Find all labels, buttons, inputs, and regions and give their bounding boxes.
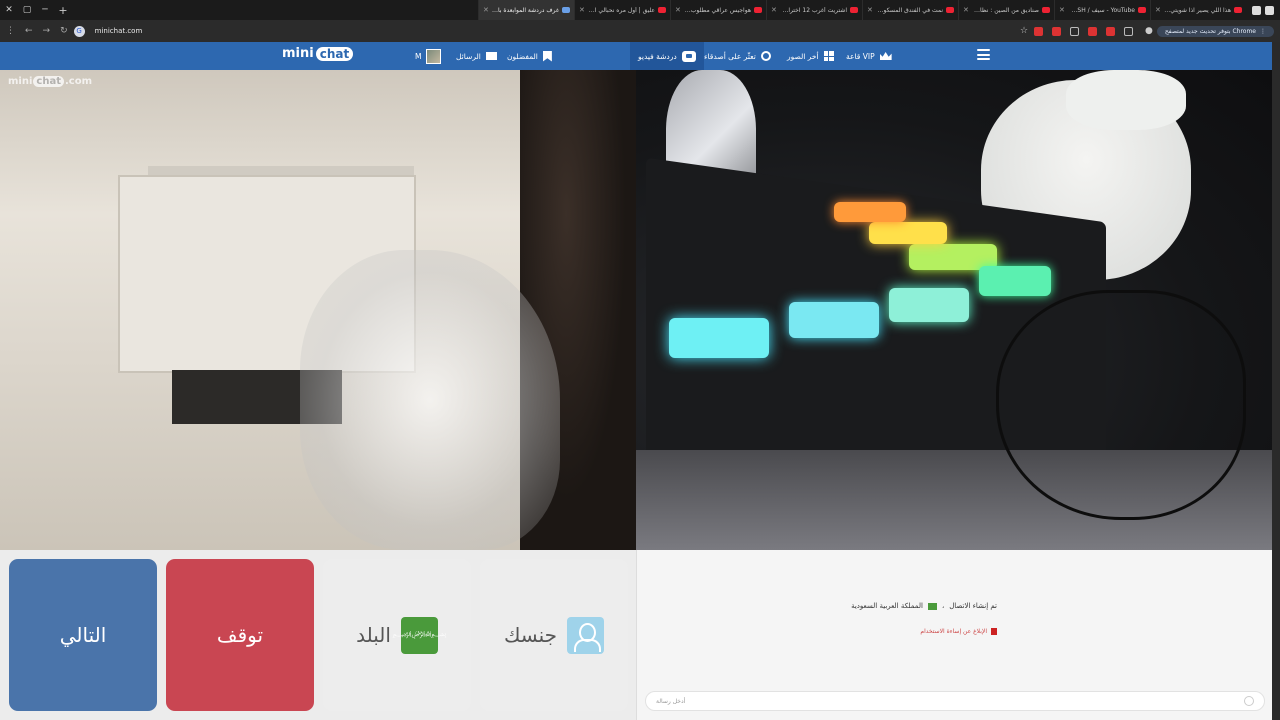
youtube-icon xyxy=(1234,7,1242,13)
crown-icon xyxy=(879,52,892,60)
nav-messages[interactable]: الرسائل xyxy=(456,42,497,70)
close-tab-icon[interactable]: ✕ xyxy=(675,6,681,14)
gallery-icon xyxy=(823,51,834,61)
browser-toolbar: ⋮ ← → ↻ G minichat.com ☆ ● بتوفر تحديث ج… xyxy=(0,20,1280,42)
close-window-icon[interactable]: ✕ xyxy=(0,0,18,20)
nav-last-photos[interactable]: أخر الصور xyxy=(787,42,834,70)
youtube-icon xyxy=(1138,7,1146,13)
video-chat-icon xyxy=(681,50,696,62)
browser-tab[interactable]: نمت في الفندق المسكون : أصوات✕ xyxy=(862,0,958,20)
browser-tab[interactable]: اشتريت أغرب 12 اختراع من ش...✕ xyxy=(766,0,862,20)
google-account-icon[interactable]: G xyxy=(73,25,85,37)
reload-icon[interactable]: ↻ xyxy=(60,26,68,36)
browser-tab[interactable]: عليق | أول مره نحبالي ادرب مبار✕ xyxy=(574,0,670,20)
close-tab-icon[interactable]: ✕ xyxy=(771,6,777,14)
menu-icon[interactable]: ⋮ xyxy=(6,26,15,36)
user-icon xyxy=(567,616,605,654)
connection-message: تم إنشاء الاتصال ، المملكة العربية السعو… xyxy=(851,602,997,610)
youtube-icon xyxy=(1042,7,1050,13)
report-abuse-link[interactable]: الإبلاغ عن إساءة الاستخدام xyxy=(920,628,997,635)
nav-vip[interactable]: قاعة VIP xyxy=(846,42,892,70)
search-icon xyxy=(760,51,771,61)
emoji-icon[interactable] xyxy=(1244,696,1254,706)
close-tab-icon[interactable]: ✕ xyxy=(1155,6,1161,14)
stop-button[interactable]: توقف xyxy=(166,559,314,711)
bookmark-icon xyxy=(542,50,552,62)
saudi-flag-icon xyxy=(927,602,937,610)
address-bar[interactable]: minichat.com xyxy=(95,27,143,35)
browser-tab[interactable]: YouTube - سيف / BOOSH✕ xyxy=(1054,0,1150,20)
nav-favorites[interactable]: المفضلون xyxy=(507,42,552,70)
saudi-flag-icon: ﷽ xyxy=(393,616,446,654)
avatar xyxy=(426,48,442,64)
extension-icon[interactable] xyxy=(1106,26,1116,36)
site-header: قاعة VIP أخر الصور تعثّر على أصدقاء دردش… xyxy=(0,42,1272,70)
bookmark-app-icon[interactable] xyxy=(1265,5,1274,15)
browser-tabstrip: ✕ ▢ ─ + هذا اللي يصير اذا شويتي طفشان✕ Y… xyxy=(0,0,1280,20)
new-tab-button[interactable]: + xyxy=(54,4,72,17)
profile-icon[interactable]: ● xyxy=(1145,26,1153,36)
youtube-icon xyxy=(754,7,762,13)
message-input[interactable]: أدخل رسالة xyxy=(645,691,1265,711)
envelope-icon xyxy=(485,52,497,60)
close-tab-icon[interactable]: ✕ xyxy=(963,6,969,14)
chrome-update-button[interactable]: بتوفر تحديث جديد لمتصفح Chrome ⋮ xyxy=(1156,25,1274,37)
minichat-logo[interactable]: mini chat xyxy=(282,46,354,61)
nav-search-friends[interactable]: تعثّر على أصدقاء xyxy=(704,42,771,70)
close-tab-icon[interactable]: ✕ xyxy=(867,6,873,14)
extension-icon[interactable] xyxy=(1052,26,1062,36)
browser-nav-buttons: ⋮ ← → ↻ xyxy=(6,26,68,36)
forward-icon[interactable]: → xyxy=(43,26,51,36)
close-tab-icon[interactable]: ✕ xyxy=(483,6,489,14)
extension-icon[interactable] xyxy=(1088,26,1098,36)
minichat-watermark: mini chat .com xyxy=(8,76,93,87)
tab-search-icon[interactable] xyxy=(1252,5,1261,15)
browser-tab[interactable]: هذا اللي يصير اذا شويتي طفشان✕ xyxy=(1150,0,1246,20)
page-scrollbar[interactable] xyxy=(1272,42,1280,720)
shield-icon[interactable] xyxy=(1070,26,1080,36)
youtube-icon xyxy=(850,7,858,13)
chat-panel: تم إنشاء الاتصال ، المملكة العربية السعو… xyxy=(636,550,1272,720)
extension-icons xyxy=(1034,26,1134,36)
puzzle-icon[interactable] xyxy=(1124,26,1134,36)
eyeglasses xyxy=(996,290,1246,520)
hamburger-menu-icon[interactable] xyxy=(977,49,990,60)
youtube-icon xyxy=(658,7,666,13)
flag-icon xyxy=(991,628,997,635)
browser-tabs: هذا اللي يصير اذا شويتي طفشان✕ YouTube -… xyxy=(72,0,1246,20)
youtube-icon xyxy=(946,7,954,13)
close-tab-icon[interactable]: ✕ xyxy=(579,6,585,14)
update-dots-icon: ⋮ xyxy=(1260,27,1266,35)
extension-icon[interactable] xyxy=(1034,26,1044,36)
nav-profile[interactable]: M xyxy=(415,42,442,70)
tabstrip-extras xyxy=(1246,5,1280,15)
nav-video-chat[interactable]: دردشة فيديو xyxy=(630,42,704,70)
browser-tab-active[interactable]: غرف دردشة الموابعدة بالفيديو✕ xyxy=(478,0,574,20)
close-tab-icon[interactable]: ✕ xyxy=(1059,6,1065,14)
gender-selector[interactable]: جنسك xyxy=(480,559,628,711)
minimize-window-icon[interactable]: ─ xyxy=(36,0,54,20)
maximize-window-icon[interactable]: ▢ xyxy=(18,0,36,20)
next-button[interactable]: التالي xyxy=(9,559,157,711)
country-selector[interactable]: البلد ﷽ xyxy=(323,559,471,711)
partner-video: mini chat .com xyxy=(0,70,636,550)
minichat-favicon-icon xyxy=(562,7,570,13)
browser-tab[interactable]: هواجيس عراقي مطلوب ٧ - ٨٠✕ xyxy=(670,0,766,20)
bookmark-star-icon[interactable]: ☆ xyxy=(1020,26,1028,36)
browser-tab[interactable]: صناديق من الصين : نظارة تبهاء✕ xyxy=(958,0,1054,20)
back-icon[interactable]: ← xyxy=(25,26,33,36)
self-video xyxy=(636,70,1272,550)
